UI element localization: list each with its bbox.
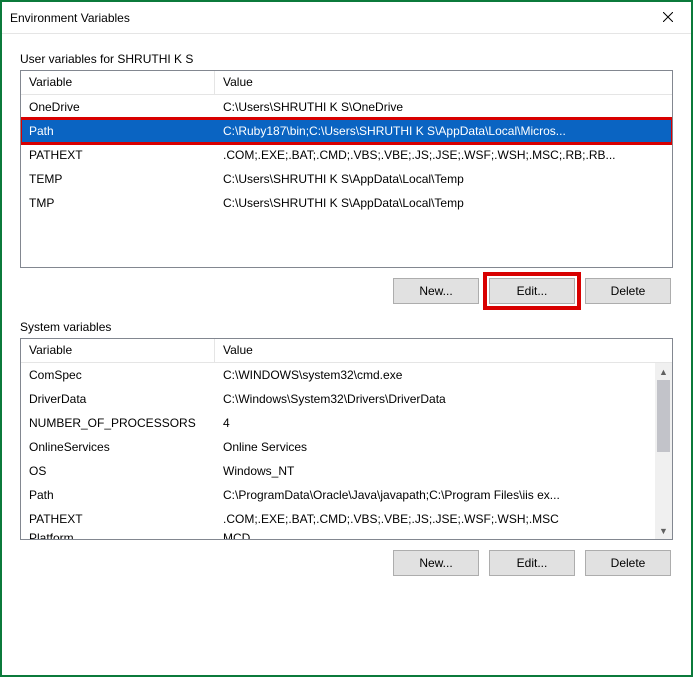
user-variables-section: User variables for SHRUTHI K S Variable … [20,52,673,310]
table-row-selected[interactable]: Path C:\Ruby187\bin;C:\Users\SHRUTHI K S… [21,119,672,143]
close-icon [663,11,673,25]
table-row[interactable]: Path C:\ProgramData\Oracle\Java\javapath… [21,483,655,507]
system-col-value-header[interactable]: Value [215,339,655,362]
cell-value: 4 [215,412,655,434]
scroll-thumb[interactable] [657,380,670,452]
cell-value: MCD [215,531,655,539]
user-button-row: New... Edit... Delete [20,268,673,310]
window-title: Environment Variables [10,11,130,25]
user-variables-listbox[interactable]: Variable Value OneDrive C:\Users\SHRUTHI… [20,70,673,268]
cell-value: C:\Ruby187\bin;C:\Users\SHRUTHI K S\AppD… [215,120,672,142]
table-row[interactable]: PATHEXT .COM;.EXE;.BAT;.CMD;.VBS;.VBE;.J… [21,143,672,167]
system-list-rows: ComSpec C:\WINDOWS\system32\cmd.exe Driv… [21,363,672,539]
table-row[interactable]: NUMBER_OF_PROCESSORS 4 [21,411,655,435]
table-row[interactable]: OnlineServices Online Services [21,435,655,459]
cell-variable: Platform [21,531,215,539]
cell-value: .COM;.EXE;.BAT;.CMD;.VBS;.VBE;.JS;.JSE;.… [215,508,655,530]
cell-value: C:\ProgramData\Oracle\Java\javapath;C:\P… [215,484,655,506]
system-edit-button[interactable]: Edit... [489,550,575,576]
user-edit-button[interactable]: Edit... [489,278,575,304]
table-row[interactable]: OS Windows_NT [21,459,655,483]
cell-variable: NUMBER_OF_PROCESSORS [21,412,215,434]
system-variables-listbox[interactable]: Variable Value ComSpec C:\WINDOWS\system… [20,338,673,540]
scroll-down-arrow-icon[interactable]: ▼ [655,522,672,539]
cell-variable: OnlineServices [21,436,215,458]
cell-variable: TEMP [21,168,215,190]
cell-variable: DriverData [21,388,215,410]
cell-value: C:\Users\SHRUTHI K S\AppData\Local\Temp [215,168,672,190]
system-button-row: New... Edit... Delete [20,540,673,582]
cell-value: Online Services [215,436,655,458]
user-new-button[interactable]: New... [393,278,479,304]
cell-value: C:\Windows\System32\Drivers\DriverData [215,388,655,410]
scroll-up-arrow-icon[interactable]: ▲ [655,363,672,380]
system-col-variable-header[interactable]: Variable [21,339,215,362]
cell-variable: ComSpec [21,364,215,386]
cell-variable: TMP [21,192,215,214]
close-button[interactable] [645,3,691,33]
table-row-partial[interactable]: Platform MCD [21,531,655,539]
cell-variable: OS [21,460,215,482]
table-row[interactable]: PATHEXT .COM;.EXE;.BAT;.CMD;.VBS;.VBE;.J… [21,507,655,531]
cell-variable: PATHEXT [21,144,215,166]
system-delete-button[interactable]: Delete [585,550,671,576]
user-list-rows: OneDrive C:\Users\SHRUTHI K S\OneDrive P… [21,95,672,267]
system-variables-label: System variables [20,320,673,334]
table-row[interactable]: OneDrive C:\Users\SHRUTHI K S\OneDrive [21,95,672,119]
table-row[interactable]: TMP C:\Users\SHRUTHI K S\AppData\Local\T… [21,191,672,215]
cell-value: .COM;.EXE;.BAT;.CMD;.VBS;.VBE;.JS;.JSE;.… [215,144,672,166]
cell-variable: OneDrive [21,96,215,118]
cell-variable: PATHEXT [21,508,215,530]
table-row[interactable]: DriverData C:\Windows\System32\Drivers\D… [21,387,655,411]
vertical-scrollbar[interactable]: ▲ ▼ [655,363,672,539]
table-row[interactable]: ComSpec C:\WINDOWS\system32\cmd.exe [21,363,655,387]
table-row[interactable]: TEMP C:\Users\SHRUTHI K S\AppData\Local\… [21,167,672,191]
user-col-value-header[interactable]: Value [215,71,672,94]
cell-variable: Path [21,484,215,506]
scroll-track[interactable] [655,380,672,522]
user-delete-button[interactable]: Delete [585,278,671,304]
window-titlebar: Environment Variables [2,2,691,34]
system-list-header: Variable Value [21,339,672,363]
system-variables-section: System variables Variable Value ComSpec … [20,320,673,582]
user-list-header: Variable Value [21,71,672,95]
cell-value: C:\Users\SHRUTHI K S\AppData\Local\Temp [215,192,672,214]
cell-value: C:\Users\SHRUTHI K S\OneDrive [215,96,672,118]
system-new-button[interactable]: New... [393,550,479,576]
cell-variable: Path [21,120,215,142]
user-variables-label: User variables for SHRUTHI K S [20,52,673,66]
cell-value: C:\WINDOWS\system32\cmd.exe [215,364,655,386]
user-col-variable-header[interactable]: Variable [21,71,215,94]
cell-value: Windows_NT [215,460,655,482]
